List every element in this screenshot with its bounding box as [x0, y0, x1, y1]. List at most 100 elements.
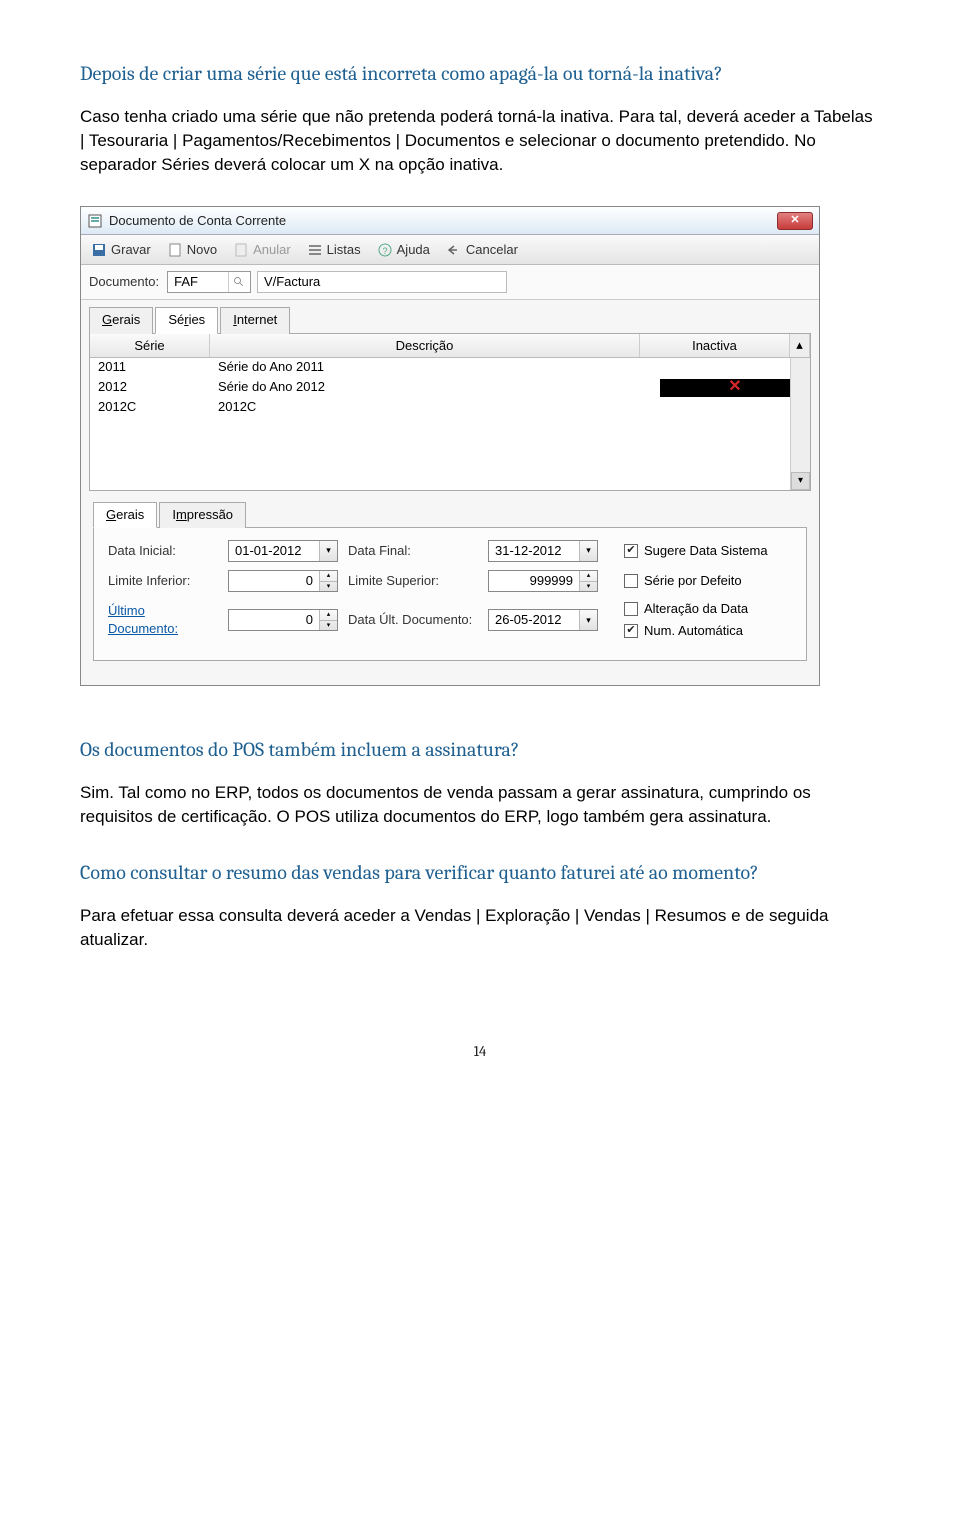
col-desc: Descrição	[210, 334, 640, 357]
data-final-label: Data Final:	[348, 542, 478, 560]
tab-impressao[interactable]: Impressão	[159, 502, 246, 528]
lim-sup-value: 999999	[489, 572, 579, 590]
search-icon[interactable]	[228, 272, 250, 292]
bottom-tabs: Gerais Impressão	[81, 491, 819, 527]
data-inicial-field[interactable]: 01-01-2012 ▾	[228, 540, 338, 562]
cancel-button[interactable]: Cancelar	[442, 239, 522, 261]
close-icon: ✕	[790, 213, 799, 228]
grid-scrollbar[interactable]: ▾	[790, 358, 810, 490]
col-serie: Série	[90, 334, 210, 357]
cell-serie: 2012C	[90, 395, 210, 419]
lists-button[interactable]: Listas	[303, 239, 365, 261]
spinner-icon[interactable]: ▴▾	[319, 571, 337, 591]
ult-doc-field[interactable]: 0 ▴▾	[228, 609, 338, 631]
save-button[interactable]: Gravar	[87, 239, 155, 261]
check-defeito[interactable]: Série por Defeito	[624, 572, 742, 590]
void-icon	[233, 242, 249, 258]
data-ult-value: 26-05-2012	[489, 611, 579, 629]
app-window: Documento de Conta Corrente ✕ Gravar Nov…	[80, 206, 820, 686]
lim-inf-label: Limite Inferior:	[108, 572, 218, 590]
window-title: Documento de Conta Corrente	[109, 212, 777, 230]
cell-desc: 2012C	[210, 395, 660, 419]
chevron-down-icon[interactable]: ▾	[319, 541, 337, 561]
ult-doc-link[interactable]: Último Documento:	[108, 602, 218, 638]
check-numauto-label: Num. Automática	[644, 622, 743, 640]
void-button: Anular	[229, 239, 295, 261]
grid-header: Série Descrição Inactiva ▴	[90, 334, 810, 358]
data-ult-label: Data Últ. Documento:	[348, 611, 478, 629]
lim-inf-field[interactable]: 0 ▴▾	[228, 570, 338, 592]
spinner-icon[interactable]: ▴▾	[579, 571, 597, 591]
app-icon	[87, 213, 103, 229]
lim-sup-field[interactable]: 999999 ▴▾	[488, 570, 598, 592]
help-icon: ?	[377, 242, 393, 258]
check-sugere-label: Sugere Data Sistema	[644, 542, 768, 560]
tab-gerais-bottom[interactable]: Gerais	[93, 502, 157, 528]
save-icon	[91, 242, 107, 258]
checkbox-icon	[624, 574, 638, 588]
checkbox-checked-icon: ✔	[624, 624, 638, 638]
document-name-value: V/Factura	[264, 273, 320, 291]
faq-answer-1: Caso tenha criado uma série que não pret…	[80, 105, 880, 176]
col-inactiva: Inactiva	[640, 334, 790, 357]
document-label: Documento:	[89, 273, 159, 291]
lim-sup-label: Limite Superior:	[348, 572, 478, 590]
new-button[interactable]: Novo	[163, 239, 221, 261]
lists-label: Listas	[327, 241, 361, 259]
void-label: Anular	[253, 241, 291, 259]
checkbox-icon	[624, 602, 638, 616]
x-mark-icon: ✕	[728, 376, 741, 398]
cancel-label: Cancelar	[466, 241, 518, 259]
cell-inactiva[interactable]	[660, 365, 810, 371]
document-name-field[interactable]: V/Factura	[257, 271, 507, 293]
chevron-down-icon[interactable]: ▾	[579, 541, 597, 561]
close-button[interactable]: ✕	[777, 212, 813, 230]
data-final-field[interactable]: 31-12-2012 ▾	[488, 540, 598, 562]
lists-icon	[307, 242, 323, 258]
data-inicial-label: Data Inicial:	[108, 542, 218, 560]
ult-doc-value: 0	[229, 611, 319, 629]
details-panel: Data Inicial: 01-01-2012 ▾ Data Final: 3…	[93, 527, 807, 661]
faq-answer-3: Para efetuar essa consulta deverá aceder…	[80, 904, 880, 952]
tab-series[interactable]: Séries	[155, 307, 218, 333]
cell-inactiva[interactable]	[660, 405, 810, 411]
data-inicial-value: 01-01-2012	[229, 542, 319, 560]
scroll-down-icon[interactable]: ▾	[791, 472, 810, 490]
page-number: 14	[80, 1041, 880, 1062]
check-defeito-label: Série por Defeito	[644, 572, 742, 590]
faq-question-3: Como consultar o resumo das vendas para …	[80, 859, 880, 886]
tab-gerais[interactable]: Gerais	[89, 307, 153, 333]
table-row[interactable]: 2012C 2012C	[90, 398, 810, 418]
faq-answer-2: Sim. Tal como no ERP, todos os documento…	[80, 781, 880, 829]
cell-inactiva-marked[interactable]: ✕	[660, 379, 810, 397]
faq-question-1: Depois de criar uma série que está incor…	[80, 60, 880, 87]
top-tabs: Gerais Séries Internet	[81, 300, 819, 332]
grid-body: 2011 Série do Ano 2011 2012 Série do Ano…	[90, 358, 810, 490]
check-altera-label: Alteração da Data	[644, 600, 748, 618]
toolbar: Gravar Novo Anular Listas ? Ajuda Cancel…	[81, 235, 819, 265]
titlebar: Documento de Conta Corrente ✕	[81, 207, 819, 235]
document-row: Documento: FAF V/Factura	[81, 265, 819, 300]
svg-text:?: ?	[382, 246, 387, 256]
spinner-icon[interactable]: ▴▾	[319, 610, 337, 630]
check-sugere[interactable]: ✔ Sugere Data Sistema	[624, 542, 768, 560]
faq-question-2: Os documentos do POS também incluem a as…	[80, 736, 880, 763]
new-label: Novo	[187, 241, 217, 259]
help-button[interactable]: ? Ajuda	[373, 239, 434, 261]
scroll-up-icon[interactable]: ▴	[790, 334, 810, 357]
tab-internet[interactable]: Internet	[220, 307, 290, 333]
save-label: Gravar	[111, 241, 151, 259]
check-numauto[interactable]: ✔ Num. Automática	[624, 622, 748, 640]
cancel-icon	[446, 242, 462, 258]
data-ult-field[interactable]: 26-05-2012 ▾	[488, 609, 598, 631]
data-final-value: 31-12-2012	[489, 542, 579, 560]
lim-inf-value: 0	[229, 572, 319, 590]
document-code-value: FAF	[168, 273, 228, 291]
help-label: Ajuda	[397, 241, 430, 259]
document-code-field[interactable]: FAF	[167, 271, 251, 293]
series-panel: Série Descrição Inactiva ▴ 2011 Série do…	[89, 333, 811, 491]
check-altera[interactable]: Alteração da Data	[624, 600, 748, 618]
chevron-down-icon[interactable]: ▾	[579, 610, 597, 630]
new-icon	[167, 242, 183, 258]
checkbox-checked-icon: ✔	[624, 544, 638, 558]
